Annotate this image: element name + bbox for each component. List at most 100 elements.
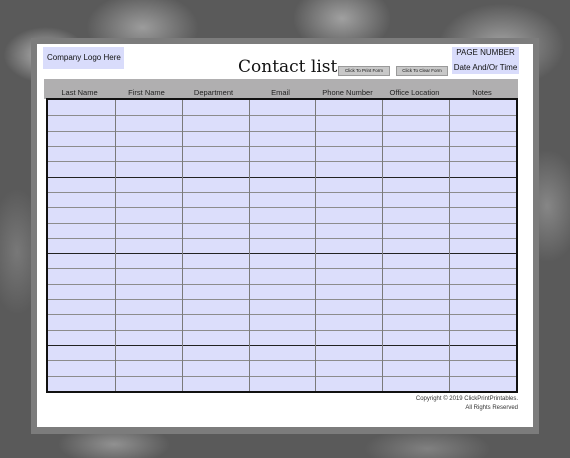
- field-phone-number[interactable]: [315, 131, 382, 146]
- field-email[interactable]: [249, 100, 316, 115]
- field-first-name[interactable]: [115, 314, 182, 329]
- field-first-name[interactable]: [115, 100, 182, 115]
- field-department[interactable]: [182, 100, 249, 115]
- field-email[interactable]: [249, 314, 316, 329]
- field-email[interactable]: [249, 376, 316, 391]
- field-department[interactable]: [182, 376, 249, 391]
- field-email[interactable]: [249, 268, 316, 283]
- field-department[interactable]: [182, 177, 249, 192]
- page-number-field[interactable]: PAGE NUMBER: [452, 48, 519, 57]
- field-last-name[interactable]: [48, 330, 115, 345]
- field-first-name[interactable]: [115, 330, 182, 345]
- field-email[interactable]: [249, 131, 316, 146]
- field-office-location[interactable]: [382, 299, 449, 314]
- field-department[interactable]: [182, 192, 249, 207]
- field-phone-number[interactable]: [315, 299, 382, 314]
- field-email[interactable]: [249, 146, 316, 161]
- field-office-location[interactable]: [382, 223, 449, 238]
- field-phone-number[interactable]: [315, 330, 382, 345]
- field-notes[interactable]: [449, 284, 516, 299]
- field-department[interactable]: [182, 253, 249, 268]
- field-first-name[interactable]: [115, 253, 182, 268]
- field-department[interactable]: [182, 146, 249, 161]
- field-email[interactable]: [249, 345, 316, 360]
- field-first-name[interactable]: [115, 268, 182, 283]
- field-office-location[interactable]: [382, 376, 449, 391]
- field-phone-number[interactable]: [315, 100, 382, 115]
- field-phone-number[interactable]: [315, 360, 382, 375]
- field-last-name[interactable]: [48, 345, 115, 360]
- field-department[interactable]: [182, 345, 249, 360]
- field-office-location[interactable]: [382, 192, 449, 207]
- field-department[interactable]: [182, 223, 249, 238]
- field-department[interactable]: [182, 207, 249, 222]
- field-email[interactable]: [249, 330, 316, 345]
- field-department[interactable]: [182, 314, 249, 329]
- clear-form-button[interactable]: Click To Clear Form: [396, 66, 448, 76]
- field-phone-number[interactable]: [315, 207, 382, 222]
- field-office-location[interactable]: [382, 115, 449, 130]
- field-department[interactable]: [182, 268, 249, 283]
- field-notes[interactable]: [449, 192, 516, 207]
- field-notes[interactable]: [449, 268, 516, 283]
- date-time-field[interactable]: Date And/Or Time: [452, 63, 519, 72]
- field-notes[interactable]: [449, 345, 516, 360]
- field-email[interactable]: [249, 177, 316, 192]
- field-office-location[interactable]: [382, 253, 449, 268]
- field-email[interactable]: [249, 360, 316, 375]
- field-office-location[interactable]: [382, 314, 449, 329]
- field-last-name[interactable]: [48, 131, 115, 146]
- field-phone-number[interactable]: [315, 284, 382, 299]
- field-email[interactable]: [249, 161, 316, 176]
- field-notes[interactable]: [449, 177, 516, 192]
- field-last-name[interactable]: [48, 268, 115, 283]
- field-email[interactable]: [249, 192, 316, 207]
- field-notes[interactable]: [449, 223, 516, 238]
- field-first-name[interactable]: [115, 177, 182, 192]
- field-notes[interactable]: [449, 207, 516, 222]
- field-first-name[interactable]: [115, 223, 182, 238]
- page-info-box[interactable]: PAGE NUMBER Date And/Or Time: [452, 47, 519, 74]
- field-last-name[interactable]: [48, 299, 115, 314]
- field-email[interactable]: [249, 207, 316, 222]
- field-first-name[interactable]: [115, 299, 182, 314]
- field-office-location[interactable]: [382, 146, 449, 161]
- field-office-location[interactable]: [382, 238, 449, 253]
- field-last-name[interactable]: [48, 192, 115, 207]
- field-last-name[interactable]: [48, 360, 115, 375]
- field-office-location[interactable]: [382, 100, 449, 115]
- field-first-name[interactable]: [115, 376, 182, 391]
- field-office-location[interactable]: [382, 284, 449, 299]
- print-form-button[interactable]: Click To Print Form: [338, 66, 390, 76]
- field-phone-number[interactable]: [315, 268, 382, 283]
- field-phone-number[interactable]: [315, 238, 382, 253]
- field-email[interactable]: [249, 284, 316, 299]
- field-first-name[interactable]: [115, 161, 182, 176]
- field-first-name[interactable]: [115, 146, 182, 161]
- field-last-name[interactable]: [48, 253, 115, 268]
- field-notes[interactable]: [449, 161, 516, 176]
- field-last-name[interactable]: [48, 115, 115, 130]
- field-notes[interactable]: [449, 131, 516, 146]
- field-first-name[interactable]: [115, 131, 182, 146]
- field-email[interactable]: [249, 299, 316, 314]
- company-logo-field[interactable]: Company Logo Here: [43, 47, 124, 69]
- field-last-name[interactable]: [48, 284, 115, 299]
- field-first-name[interactable]: [115, 238, 182, 253]
- field-notes[interactable]: [449, 115, 516, 130]
- field-office-location[interactable]: [382, 177, 449, 192]
- field-notes[interactable]: [449, 253, 516, 268]
- field-notes[interactable]: [449, 299, 516, 314]
- field-office-location[interactable]: [382, 207, 449, 222]
- field-department[interactable]: [182, 299, 249, 314]
- field-notes[interactable]: [449, 146, 516, 161]
- field-notes[interactable]: [449, 360, 516, 375]
- field-phone-number[interactable]: [315, 115, 382, 130]
- field-department[interactable]: [182, 360, 249, 375]
- field-last-name[interactable]: [48, 177, 115, 192]
- field-last-name[interactable]: [48, 238, 115, 253]
- field-department[interactable]: [182, 238, 249, 253]
- field-phone-number[interactable]: [315, 223, 382, 238]
- field-phone-number[interactable]: [315, 253, 382, 268]
- field-phone-number[interactable]: [315, 161, 382, 176]
